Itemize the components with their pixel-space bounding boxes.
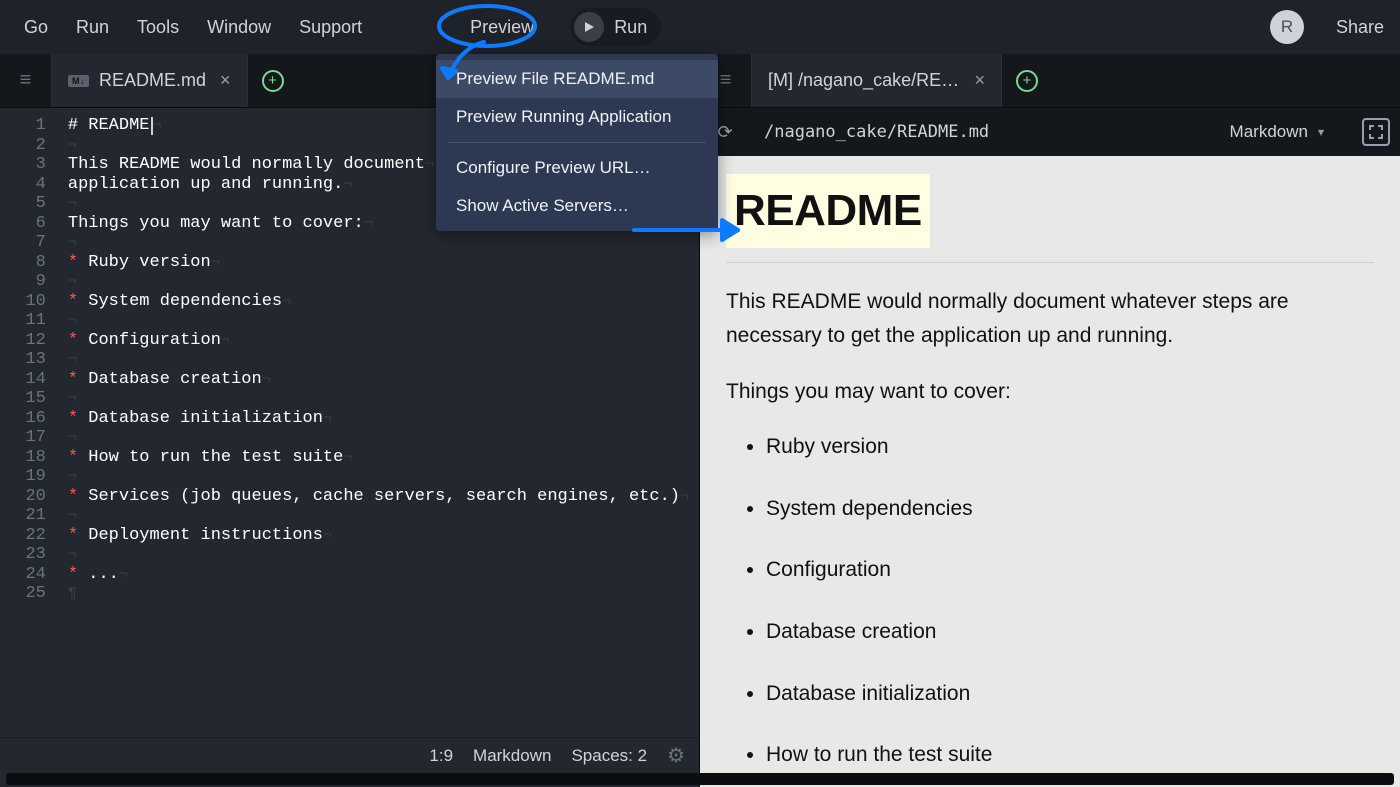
- code-line[interactable]: ¬: [68, 506, 689, 526]
- preview-list-item: Configuration: [766, 553, 1374, 587]
- plus-icon: +: [262, 70, 284, 92]
- code-line[interactable]: * Services (job queues, cache servers, s…: [68, 487, 689, 507]
- menu-run[interactable]: Run: [62, 11, 123, 44]
- dd-configure-preview-url[interactable]: Configure Preview URL…: [436, 149, 718, 187]
- avatar[interactable]: R: [1270, 10, 1304, 44]
- preview-path-input[interactable]: [750, 115, 1206, 149]
- code-line[interactable]: * ...¬: [68, 565, 689, 585]
- preview-list-item: Database creation: [766, 615, 1374, 649]
- code-line[interactable]: ¬: [68, 545, 689, 565]
- menu-window[interactable]: Window: [193, 11, 285, 44]
- code-line[interactable]: * How to run the test suite¬: [68, 448, 689, 468]
- code-line[interactable]: * Ruby version¬: [68, 253, 689, 273]
- code-line[interactable]: * Database creation¬: [68, 370, 689, 390]
- chevron-down-icon: ▾: [1318, 125, 1324, 139]
- markdown-file-icon: M↓: [68, 75, 89, 87]
- editor-tab-readme[interactable]: M↓ README.md ×: [52, 54, 248, 107]
- preview-list-item: Database initialization: [766, 677, 1374, 711]
- code-line[interactable]: ¬: [68, 467, 689, 487]
- menubar: Go Run Tools Window Support Preview Run …: [0, 0, 1400, 54]
- preview-list-item: Ruby version: [766, 430, 1374, 464]
- code-line[interactable]: * Configuration¬: [68, 331, 689, 351]
- code-line[interactable]: * System dependencies¬: [68, 292, 689, 312]
- code-line[interactable]: ¬: [68, 350, 689, 370]
- editor-tab-label: README.md: [99, 70, 206, 91]
- code-line[interactable]: ¬: [68, 233, 689, 253]
- cursor-position: 1:9: [429, 746, 453, 766]
- code-line[interactable]: ¬: [68, 389, 689, 409]
- run-button[interactable]: Run: [570, 8, 661, 46]
- preview-paragraph: This README would normally document what…: [726, 285, 1374, 352]
- preview-mode-select[interactable]: Markdown ▾: [1216, 115, 1352, 149]
- preview-paragraph: Things you may want to cover:: [726, 375, 1374, 409]
- hamburger-icon[interactable]: ≡: [0, 54, 52, 107]
- close-icon[interactable]: ×: [974, 70, 985, 91]
- preview-mode-label: Markdown: [1230, 122, 1308, 142]
- play-icon: [574, 12, 604, 42]
- code-line[interactable]: ¬: [68, 311, 689, 331]
- new-tab-button[interactable]: +: [1002, 54, 1052, 107]
- code-line[interactable]: * Deployment instructions¬: [68, 526, 689, 546]
- new-tab-button[interactable]: +: [248, 54, 298, 107]
- editor-statusbar: 1:9 Markdown Spaces: 2 ⚙: [0, 737, 699, 773]
- preview-list-item: How to run the test suite: [766, 738, 1374, 772]
- preview-pane: ≡ [M] /nagano_cake/READM × + ⟳ Markdown …: [700, 54, 1400, 787]
- menu-preview-label: Preview: [470, 17, 534, 37]
- line-gutter: 1234567891011121314151617181920212223242…: [0, 108, 56, 737]
- preview-heading: README: [726, 174, 930, 248]
- indent-setting[interactable]: Spaces: 2: [571, 746, 647, 766]
- code-line[interactable]: ¬: [68, 428, 689, 448]
- expand-icon[interactable]: [1362, 118, 1390, 146]
- close-icon[interactable]: ×: [220, 70, 231, 91]
- preview-rule: [726, 262, 1374, 263]
- preview-dropdown: Preview File README.md Preview Running A…: [436, 54, 718, 231]
- bottom-panel-handle[interactable]: [6, 773, 1394, 785]
- preview-list-item: System dependencies: [766, 492, 1374, 526]
- plus-icon: +: [1016, 70, 1038, 92]
- dd-show-active-servers[interactable]: Show Active Servers…: [436, 187, 718, 225]
- code-line[interactable]: ¶: [68, 584, 689, 604]
- preview-tab-label: [M] /nagano_cake/READM: [768, 70, 960, 91]
- dd-preview-running-app[interactable]: Preview Running Application: [436, 98, 718, 136]
- dd-preview-file[interactable]: Preview File README.md: [436, 60, 718, 98]
- share-button[interactable]: Share: [1322, 11, 1390, 44]
- menu-preview[interactable]: Preview: [456, 11, 548, 44]
- run-label: Run: [614, 17, 647, 38]
- syntax-mode[interactable]: Markdown: [473, 746, 551, 766]
- code-line[interactable]: * Database initialization¬: [68, 409, 689, 429]
- dropdown-separator: [448, 142, 706, 143]
- preview-tab[interactable]: [M] /nagano_cake/READM ×: [752, 54, 1002, 107]
- preview-list: Ruby version System dependencies Configura…: [726, 430, 1374, 772]
- preview-tabbar: ≡ [M] /nagano_cake/READM × +: [700, 54, 1400, 108]
- menu-tools[interactable]: Tools: [123, 11, 193, 44]
- gear-icon[interactable]: ⚙: [667, 743, 685, 768]
- code-line[interactable]: ¬: [68, 272, 689, 292]
- menu-go[interactable]: Go: [10, 11, 62, 44]
- preview-body[interactable]: README This README would normally docume…: [700, 156, 1400, 787]
- preview-toolbar: ⟳ Markdown ▾: [700, 108, 1400, 156]
- menu-support[interactable]: Support: [285, 11, 376, 44]
